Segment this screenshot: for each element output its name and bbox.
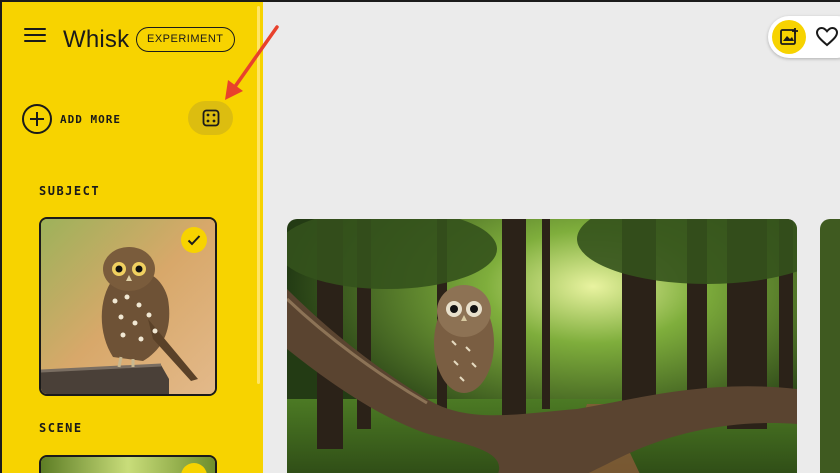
randomize-button[interactable] xyxy=(188,101,233,135)
heart-icon xyxy=(816,27,838,47)
scene-section-label: SCENE xyxy=(39,421,83,435)
add-image-button[interactable] xyxy=(772,20,806,54)
add-more-button[interactable]: ADD MORE xyxy=(22,104,121,134)
menu-icon[interactable] xyxy=(24,28,46,46)
selected-check-badge xyxy=(181,227,207,253)
sidebar-scrollbar[interactable] xyxy=(257,6,260,384)
experiment-badge: EXPERIMENT xyxy=(136,27,235,52)
owl-forest-image xyxy=(287,219,797,473)
add-more-label: ADD MORE xyxy=(60,112,121,126)
subject-image-card[interactable] xyxy=(39,217,217,396)
dice-icon xyxy=(202,109,219,127)
scene-image-card[interactable] xyxy=(39,455,217,473)
sidebar: Whisk EXPERIMENT ADD MORE SUBJECT SCENE xyxy=(2,2,263,473)
next-image-card[interactable] xyxy=(820,219,840,473)
check-icon xyxy=(187,235,201,246)
subject-section-label: SUBJECT xyxy=(39,184,101,198)
plus-circle-icon xyxy=(22,104,52,134)
app-title: Whisk xyxy=(63,26,130,53)
image-add-icon xyxy=(780,28,798,45)
generated-image-card[interactable] xyxy=(287,219,797,473)
favorite-button[interactable] xyxy=(814,24,840,50)
